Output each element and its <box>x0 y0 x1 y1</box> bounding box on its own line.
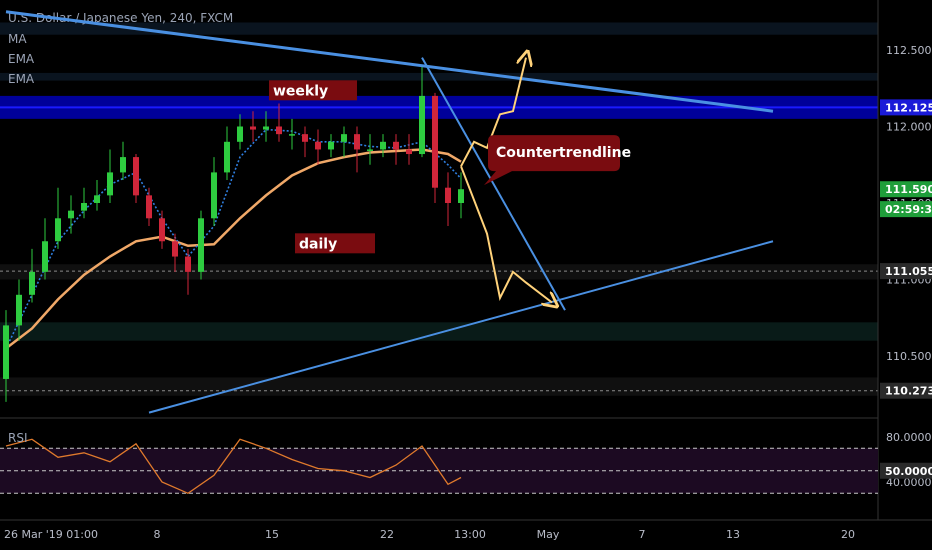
candle-body <box>250 126 256 130</box>
time-tick-4: 13:00 <box>454 528 486 541</box>
zone-1 <box>0 72 878 81</box>
price-tick-4: 110.500 <box>886 350 932 363</box>
candle-body <box>289 134 295 136</box>
candle-body <box>146 195 152 219</box>
candle-body <box>107 172 113 196</box>
time-tick-5: May <box>537 528 560 541</box>
indicator-ema-1[interactable]: EMA <box>8 52 35 66</box>
candle-body <box>81 203 87 211</box>
indicator-ema-2[interactable]: EMA <box>8 72 35 86</box>
rsi-tick-0: 80.0000 <box>886 431 932 444</box>
rsi-title: RSI <box>8 431 28 445</box>
time-tick-0: 26 Mar '19 01:00 <box>4 528 98 541</box>
annotation-daily: daily <box>299 236 337 252</box>
candle-body <box>159 218 165 242</box>
usdjpy-chart: U.S. Dollar / Japanese Yen, 240, FXCM MA… <box>0 0 932 550</box>
candle-body <box>458 189 464 203</box>
candle-body <box>432 95 438 188</box>
annotation-weekly: weekly <box>273 83 328 99</box>
candle-body <box>3 325 9 379</box>
candle-body <box>198 218 204 272</box>
candle-body <box>224 141 230 173</box>
candle-body <box>211 172 217 219</box>
zone-3 <box>0 264 878 280</box>
candle-body <box>133 157 139 196</box>
candle-body <box>120 157 126 173</box>
price-tick-0: 112.500 <box>886 44 932 57</box>
candle-body <box>276 126 282 135</box>
candle-body <box>55 218 61 242</box>
candle-body <box>406 149 412 155</box>
candle-body <box>341 134 347 142</box>
candle-body <box>367 149 373 151</box>
annotation-countertrendline: Countertrendline <box>496 145 631 161</box>
candle-body <box>302 134 308 142</box>
time-tick-8: 20 <box>841 528 855 541</box>
price-label-1: 111.590 <box>885 183 932 196</box>
candle-body <box>445 187 451 203</box>
time-tick-3: 22 <box>380 528 394 541</box>
candle-body <box>68 210 74 219</box>
candle-body <box>29 271 35 295</box>
time-tick-6: 7 <box>639 528 646 541</box>
time-tick-1: 8 <box>154 528 161 541</box>
candle-body <box>16 294 22 326</box>
candle-body <box>380 141 386 150</box>
candle-body <box>237 126 243 142</box>
indicator-ma[interactable]: MA <box>8 32 27 46</box>
time-tick-2: 15 <box>265 528 279 541</box>
price-label-3: 111.055 <box>885 265 932 278</box>
time-tick-7: 13 <box>726 528 740 541</box>
price-label-4: 110.273 <box>885 385 932 398</box>
candle-body <box>393 141 399 150</box>
rsi-current-label: 50.0000 <box>885 465 932 478</box>
candle-body <box>328 141 334 150</box>
candle-body <box>354 134 360 150</box>
price-label-2: 02:59:32 <box>885 203 932 216</box>
chart-root: U.S. Dollar / Japanese Yen, 240, FXCM MA… <box>0 0 932 550</box>
candle-body <box>42 241 48 272</box>
candle-body <box>315 141 321 150</box>
candle-body <box>94 195 100 203</box>
candle-body <box>185 256 191 272</box>
zone-4 <box>0 322 878 341</box>
symbol-title: U.S. Dollar / Japanese Yen, 240, FXCM <box>8 11 233 25</box>
candle-body <box>263 126 269 130</box>
candle-body <box>172 241 178 257</box>
price-tick-1: 112.000 <box>886 121 932 134</box>
price-label-0: 112.125 <box>885 101 932 114</box>
candle-body <box>419 95 425 155</box>
zone-5 <box>0 377 878 396</box>
